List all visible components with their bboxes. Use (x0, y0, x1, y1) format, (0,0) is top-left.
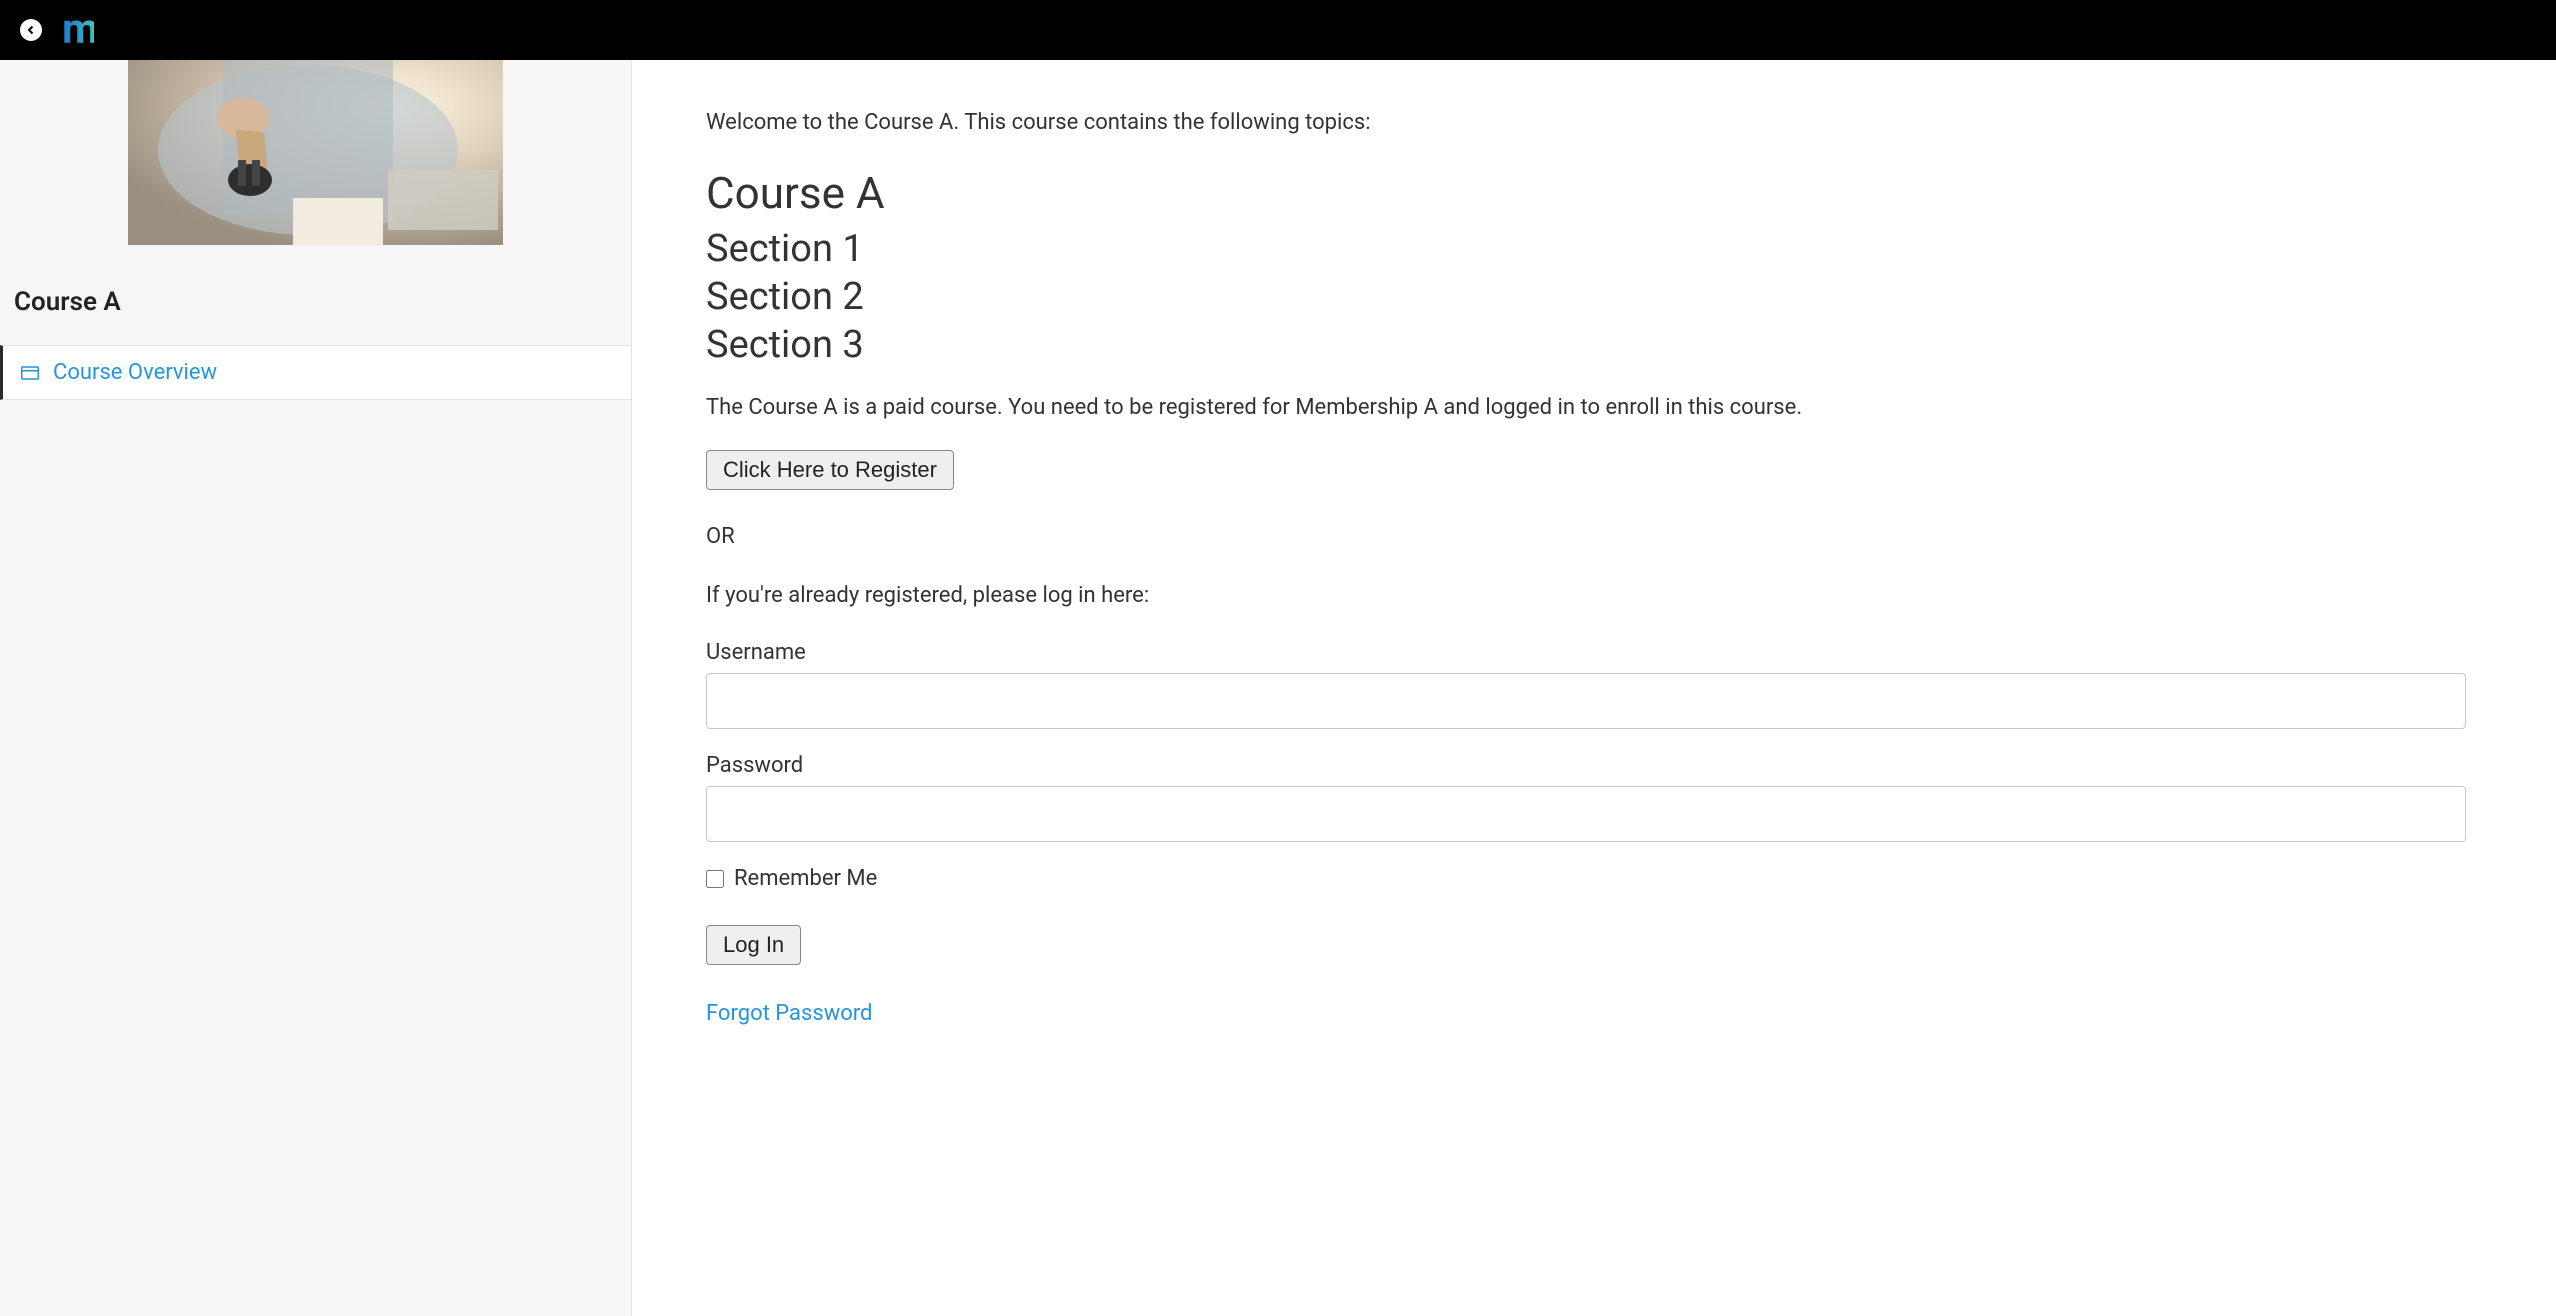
password-input[interactable] (706, 786, 2466, 842)
login-button[interactable]: Log In (706, 925, 801, 965)
forgot-password-link[interactable]: Forgot Password (706, 1001, 872, 1026)
overview-icon (21, 366, 39, 380)
section-heading-1: Section 1 (706, 227, 2482, 271)
section-heading-2: Section 2 (706, 275, 2482, 319)
sidebar: Course A Course Overview (0, 60, 632, 1316)
remember-checkbox[interactable] (706, 870, 724, 888)
layout: Course A Course Overview Welcome to the … (0, 60, 2556, 1316)
paid-notice: The Course A is a paid course. You need … (706, 395, 2482, 420)
or-text: OR (706, 524, 2482, 549)
sidebar-item-overview[interactable]: Course Overview (0, 345, 631, 400)
back-button[interactable] (20, 19, 42, 41)
password-label: Password (706, 753, 2482, 778)
course-image (128, 60, 503, 245)
username-label: Username (706, 640, 2482, 665)
main-content: Welcome to the Course A. This course con… (632, 60, 2556, 1316)
logo: m (62, 9, 94, 51)
sidebar-item-label: Course Overview (53, 360, 217, 385)
intro-text: Welcome to the Course A. This course con… (706, 110, 2482, 135)
sidebar-title: Course A (0, 275, 631, 345)
course-heading: Course A (706, 167, 2482, 219)
remember-label[interactable]: Remember Me (734, 866, 877, 891)
login-prompt: If you're already registered, please log… (706, 583, 2482, 608)
section-heading-3: Section 3 (706, 323, 2482, 367)
remember-row: Remember Me (706, 866, 2482, 891)
topbar: m (0, 0, 2556, 60)
register-button[interactable]: Click Here to Register (706, 450, 954, 490)
username-input[interactable] (706, 673, 2466, 729)
